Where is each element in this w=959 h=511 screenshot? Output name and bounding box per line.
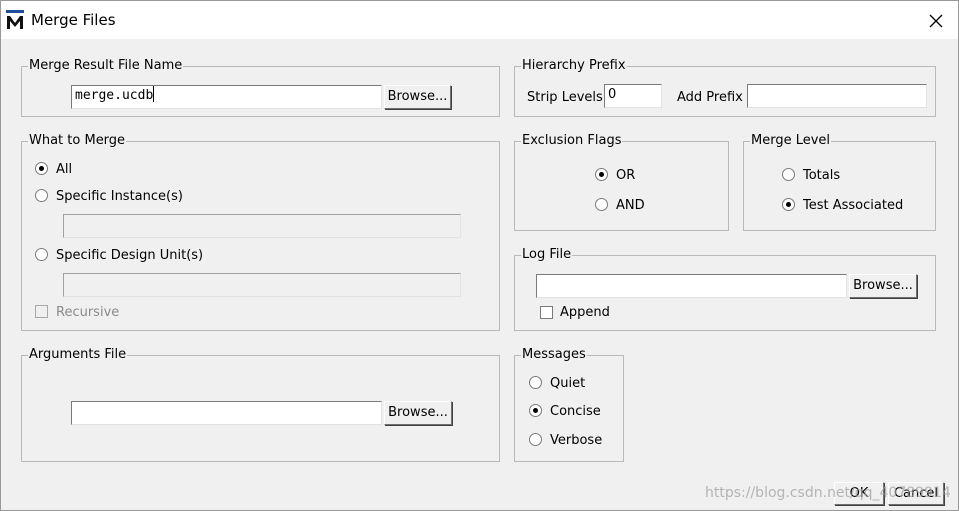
merge-level-totals-label: Totals: [803, 168, 841, 183]
merge-level-totals-radio[interactable]: [782, 168, 795, 181]
specific-instance-input[interactable]: [63, 214, 461, 238]
messages-legend: Messages: [521, 346, 587, 363]
close-icon[interactable]: [924, 9, 948, 33]
merge-all-radio[interactable]: [35, 162, 48, 175]
arguments-file-input[interactable]: [71, 401, 382, 425]
specific-design-unit-label: Specific Design Unit(s): [56, 248, 204, 263]
merge-all-label: All: [56, 162, 73, 177]
merge-result-filename-input[interactable]: merge.ucdb: [71, 85, 382, 109]
what-to-merge-group: What to Merge All Specific Instance(s) S…: [21, 132, 500, 331]
add-prefix-label: Add Prefix: [677, 90, 743, 105]
log-file-legend: Log File: [521, 246, 573, 263]
log-file-input[interactable]: [536, 274, 847, 298]
log-file-group: Log File Browse... Append: [514, 246, 936, 331]
arguments-file-browse-button[interactable]: Browse...: [384, 401, 452, 425]
modelsim-m-icon: [6, 10, 24, 29]
blog-watermark: https://blog.csdn.net/qq_40789914: [705, 485, 951, 501]
exclusion-flags-group: Exclusion Flags OR AND: [514, 132, 729, 231]
hierarchy-prefix-legend: Hierarchy Prefix: [521, 57, 627, 74]
exclusion-and-label: AND: [616, 198, 645, 213]
messages-group: Messages Quiet Concise Verbose: [514, 346, 624, 462]
append-label: Append: [560, 305, 610, 320]
add-prefix-input[interactable]: [747, 84, 927, 108]
merge-level-test-associated-radio[interactable]: [782, 198, 795, 211]
merge-level-test-associated-label: Test Associated: [803, 198, 904, 213]
merge-result-group: Merge Result File Name merge.ucdb Browse…: [21, 57, 500, 117]
messages-quiet-radio[interactable]: [529, 376, 542, 389]
specific-instance-radio[interactable]: [35, 189, 48, 202]
specific-design-unit-radio[interactable]: [35, 248, 48, 261]
merge-result-legend: Merge Result File Name: [28, 57, 184, 74]
specific-design-unit-input[interactable]: [63, 273, 461, 297]
strip-levels-label: Strip Levels: [527, 90, 603, 105]
strip-levels-input[interactable]: 0: [604, 84, 662, 108]
append-checkbox[interactable]: [540, 306, 553, 319]
merge-level-legend: Merge Level: [750, 132, 832, 149]
specific-instance-label: Specific Instance(s): [56, 189, 183, 204]
exclusion-flags-legend: Exclusion Flags: [521, 132, 623, 149]
merge-files-dialog: Merge Files Merge Result File Name merge…: [0, 0, 959, 511]
merge-result-filename-value: merge.ucdb: [75, 88, 154, 103]
messages-concise-label: Concise: [550, 404, 601, 419]
merge-result-browse-button[interactable]: Browse...: [384, 85, 451, 109]
messages-verbose-label: Verbose: [550, 433, 603, 448]
messages-quiet-label: Quiet: [550, 376, 586, 391]
messages-concise-radio[interactable]: [529, 404, 542, 417]
messages-verbose-radio[interactable]: [529, 433, 542, 446]
arguments-file-group: Arguments File Browse...: [21, 346, 500, 462]
recursive-checkbox[interactable]: [35, 305, 48, 318]
exclusion-or-radio[interactable]: [595, 168, 608, 181]
title-bar: Merge Files: [1, 1, 958, 39]
log-file-browse-button[interactable]: Browse...: [849, 274, 917, 298]
arguments-file-legend: Arguments File: [28, 346, 128, 363]
merge-level-group: Merge Level Totals Test Associated: [743, 132, 936, 231]
exclusion-or-label: OR: [616, 168, 636, 183]
text-caret: [153, 86, 155, 102]
what-to-merge-legend: What to Merge: [28, 132, 127, 149]
hierarchy-prefix-group: Hierarchy Prefix Strip Levels 0 Add Pref…: [514, 57, 936, 117]
exclusion-and-radio[interactable]: [595, 198, 608, 211]
recursive-label: Recursive: [56, 305, 120, 320]
window-title: Merge Files: [31, 11, 116, 29]
